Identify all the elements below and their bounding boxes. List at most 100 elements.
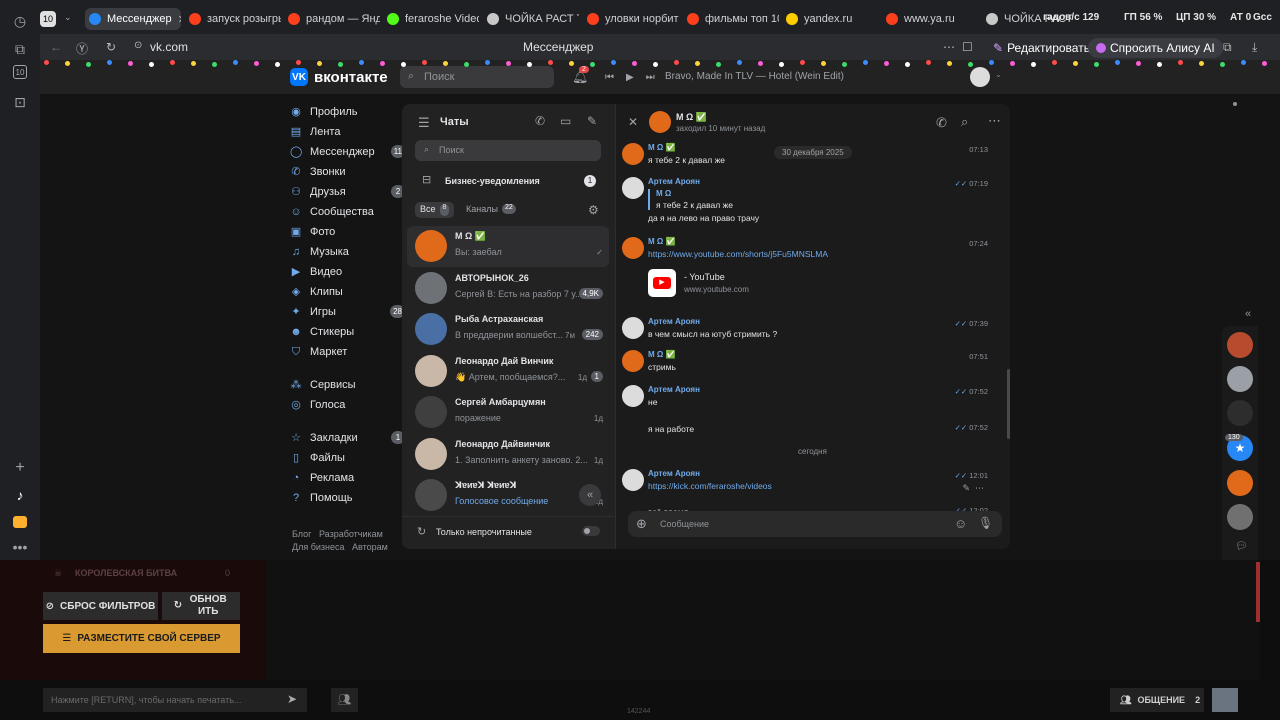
link-preview[interactable]: ▶ - YouTube www.youtube.com <box>648 269 988 297</box>
nav-item-groups[interactable]: ☺ Сообщества <box>290 202 400 222</box>
edit-button[interactable]: ✎ Редактировать <box>985 38 1098 58</box>
yandex-icon[interactable]: Ⓨ <box>76 40 88 57</box>
collapse-list-icon[interactable]: « <box>579 484 601 506</box>
reset-filters-button[interactable]: ⊘ СБРОС ФИЛЬТРОВ <box>43 592 158 620</box>
message[interactable]: всё время✓✓12:02 <box>648 504 988 511</box>
game-chat-button[interactable]: 👥︎ ОБЩЕНИЕ 2 <box>1110 688 1204 712</box>
footer-authors-link[interactable]: Авторам <box>352 542 388 552</box>
menu-icon[interactable]: ☰ <box>418 115 430 131</box>
tab-4[interactable]: feraroshe Videos <box>383 8 479 30</box>
previous-track-icon[interactable]: ⏮ <box>605 72 614 83</box>
tab-5[interactable]: ЧОЙКА РАСТ ТОП <box>483 8 579 30</box>
close-icon[interactable]: ✕ <box>628 115 638 129</box>
message-link[interactable]: https://kick.com/feraroshe/videos <box>648 481 988 491</box>
message-author[interactable]: М Ω ✅ <box>648 237 988 246</box>
search-icon[interactable]: ⌕ <box>961 115 968 129</box>
archive-icon[interactable]: ▭ <box>560 114 571 128</box>
collections-icon[interactable]: ⧉ <box>1223 40 1232 55</box>
nav-item-photo[interactable]: ▣ Фото <box>290 222 400 242</box>
tab-7[interactable]: фильмы топ 10 с <box>683 8 779 30</box>
chat-row[interactable]: Рыба Астраханская В преддверии волшебст..… <box>407 309 609 350</box>
nav-item-video[interactable]: ▶ Видео <box>290 262 400 282</box>
nav-item-music[interactable]: ♫ Музыка <box>290 242 400 262</box>
unread-only-toggle[interactable] <box>582 526 600 536</box>
footer-biz-link[interactable]: Для бизнеса <box>292 542 345 552</box>
chat-row[interactable]: Леонардо Дай Винчик 👋 Артем, пообщаемся?.… <box>407 351 609 392</box>
message-author[interactable]: Артем Ароян <box>648 469 988 478</box>
message-actions[interactable]: ✎ ⋯ <box>962 483 984 494</box>
nav-item-games[interactable]: ✦ Игры 28 <box>290 302 405 322</box>
vk-logo[interactable]: VK вконтакте <box>290 68 388 86</box>
compose-icon[interactable]: ✎ <box>587 114 597 128</box>
next-track-icon[interactable]: ⏭ <box>646 72 655 83</box>
close-tab-icon[interactable]: ✕ <box>178 13 181 26</box>
nav-item-votes[interactable]: ◎ Голоса <box>290 395 400 415</box>
game-scrollbar[interactable] <box>1256 562 1260 622</box>
place-server-button[interactable]: ☰ РАЗМЕСТИТЕ СВОЙ СЕРВЕР <box>43 624 240 653</box>
nav-item-services[interactable]: ⁂ Сервисы <box>290 375 400 395</box>
tab-1[interactable]: Мессенджер✕ <box>85 8 181 30</box>
quick-chat-avatar-5[interactable] <box>1227 470 1253 496</box>
tab-8[interactable]: yandex.ru <box>782 8 878 30</box>
phone-icon[interactable]: ✆ <box>936 116 947 130</box>
message[interactable]: Артем Ароян в чем смысл на ютуб стримить … <box>622 317 988 339</box>
screenshot-icon[interactable]: ⊡ <box>10 92 30 112</box>
group-icon[interactable]: 👥︎ <box>331 688 358 712</box>
send-icon[interactable]: ➤ <box>287 692 297 706</box>
nav-item-friends[interactable]: ⚇ Друзья 2 <box>290 182 405 202</box>
track-title[interactable]: Bravo, Made In TLV — Hotel (Wein Edit) <box>665 71 844 82</box>
message-link[interactable]: https://www.youtube.com/shorts/j5Fu5MNSL… <box>648 249 988 259</box>
chat-row[interactable]: Сергей Амбарцумян поражение 1д <box>407 392 609 433</box>
history-icon[interactable]: ◷ <box>10 11 30 31</box>
quick-chat-avatar-3[interactable] <box>1227 400 1253 426</box>
business-notifications[interactable]: Бизнес-уведомления <box>445 176 540 186</box>
quick-chat-avatar-1[interactable] <box>1227 332 1253 358</box>
quick-chat-avatar-6[interactable] <box>1227 504 1253 530</box>
message[interactable]: Артем Ароян https://kick.com/feraroshe/vi… <box>622 469 988 494</box>
quick-chat-avatar-2[interactable] <box>1227 366 1253 392</box>
chat-search-input[interactable]: ⌕ Поиск <box>415 140 601 161</box>
chat-row[interactable]: Леонардо Дайвинчик 1. Заполнить анкету за… <box>407 434 609 475</box>
edit-icon[interactable]: ✎ <box>962 483 970 493</box>
back-icon[interactable]: ← <box>50 40 62 54</box>
tab-count-icon[interactable]: 10 <box>13 65 27 79</box>
nav-item-sticker[interactable]: ☻ Стикеры <box>290 322 400 342</box>
tab-9[interactable]: www.ya.ru <box>882 8 978 30</box>
player-avatar[interactable] <box>1212 688 1238 712</box>
url-field[interactable]: vk.com <box>150 40 188 54</box>
refresh-button[interactable]: ↻ ОБНОВИТЬ <box>162 592 240 620</box>
tab-2[interactable]: запуск розыгрыш <box>185 8 281 30</box>
play-icon[interactable]: ▶ <box>626 72 634 83</box>
bookmark-icon[interactable]: ☐ <box>962 40 973 54</box>
message-author[interactable]: М Ω ✅ <box>648 350 988 359</box>
nav-item-ads[interactable]: ◔ Реклама <box>290 468 400 488</box>
nav-item-help[interactable]: ? Помощь <box>290 488 400 508</box>
user-avatar[interactable] <box>970 67 990 87</box>
add-icon[interactable]: + <box>10 458 30 478</box>
chevron-down-icon[interactable]: ⌄ <box>64 12 72 23</box>
new-call-icon[interactable]: ✆ <box>535 114 545 128</box>
message[interactable]: Артем Ароян не ✓✓ 07:52 <box>622 385 988 407</box>
chat-row[interactable]: АВТОРЫНОК_26 Сергей В: Есть на разбор 7 у… <box>407 268 609 309</box>
download-icon[interactable]: ⤓ <box>1252 40 1257 55</box>
tab-3[interactable]: рандом — Яндекс <box>284 8 380 30</box>
vk-search-input[interactable]: ⌕ Поиск <box>400 66 554 88</box>
more-icon[interactable]: ⋯ <box>943 40 955 54</box>
chat-bubble-icon[interactable]: 💬︎ <box>1235 541 1248 552</box>
nav-item-market[interactable]: ⛉ Маркет <box>290 342 400 362</box>
microphone-icon[interactable]: 🎙︎ <box>978 516 993 530</box>
tiktok-icon[interactable]: ♪ <box>10 485 30 505</box>
tabs-icon[interactable]: ⧉ <box>10 39 30 59</box>
message-author[interactable]: Артем Ароян <box>648 317 988 326</box>
emoji-icon[interactable]: ☺ <box>954 516 967 531</box>
footer-dev-link[interactable]: Разработчикам <box>319 529 383 539</box>
nav-item-bookmark[interactable]: ☆ Закладки 1 <box>290 428 405 448</box>
contact-name[interactable]: М Ω ✅ <box>676 112 707 123</box>
more-icon[interactable]: ••• <box>10 537 30 557</box>
nav-item-user[interactable]: ◉ Профиль <box>290 102 400 122</box>
category-label[interactable]: КОРОЛЕВСКАЯ БИТВА <box>75 568 177 578</box>
alice-button[interactable]: Спросить Алису AI <box>1088 38 1223 58</box>
message-author[interactable]: Артем Ароян <box>648 177 988 186</box>
scrollbar[interactable] <box>1007 369 1010 439</box>
mail-icon[interactable] <box>10 512 30 532</box>
